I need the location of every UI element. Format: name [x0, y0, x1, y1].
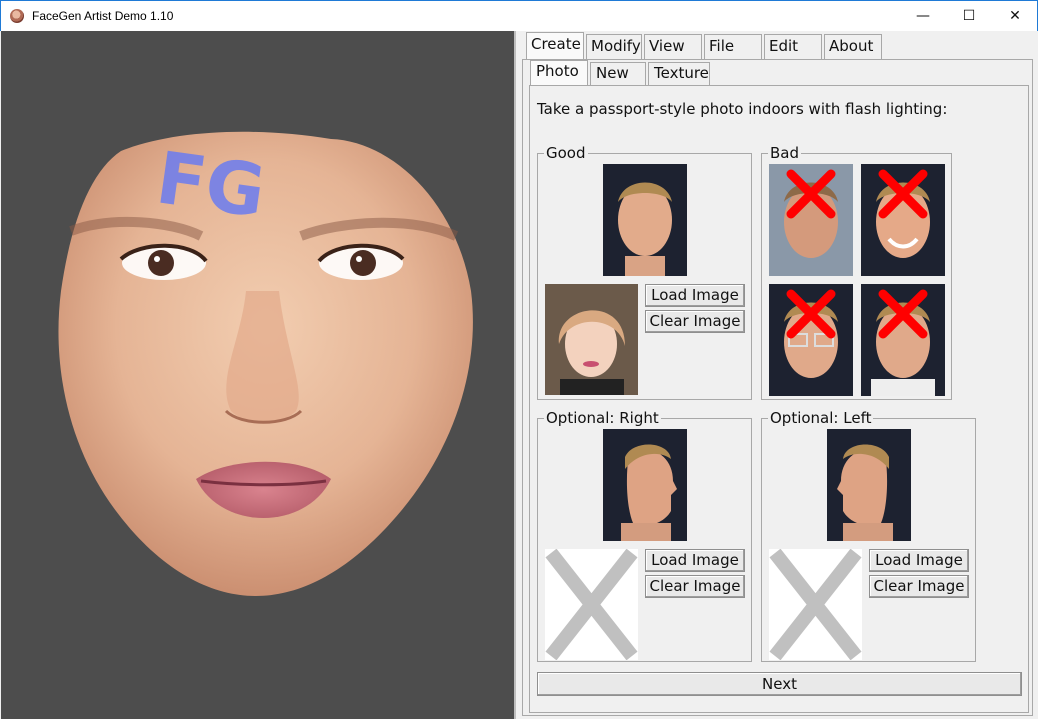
good-label: Good: [544, 144, 588, 162]
right-panel: Create Modify View File Edit About Photo…: [519, 31, 1038, 719]
bad-example-3: [769, 284, 853, 396]
tab-texture[interactable]: Texture: [648, 62, 710, 85]
good-example-photo: [603, 164, 687, 276]
bad-label: Bad: [768, 144, 802, 162]
tab-photo[interactable]: Photo: [530, 60, 588, 85]
sub-tabs: Photo New Texture: [530, 60, 712, 85]
tab-modify[interactable]: Modify: [586, 34, 642, 59]
tab-edit[interactable]: Edit: [764, 34, 822, 59]
bad-example-4: [861, 284, 945, 396]
left-profile-example: [827, 429, 911, 541]
tab-file[interactable]: File: [704, 34, 762, 59]
main-tabs: Create Modify View File Edit About: [526, 32, 884, 59]
right-clear-image-button[interactable]: Clear Image: [645, 575, 745, 598]
left-image-placeholder: [769, 548, 862, 661]
left-clear-image-button[interactable]: Clear Image: [869, 575, 969, 598]
right-image-placeholder: [545, 548, 638, 661]
good-clear-image-button[interactable]: Clear Image: [645, 310, 745, 333]
app-icon: [10, 9, 24, 23]
bad-example-1: [769, 164, 853, 276]
forehead-fg-text: FG: [151, 135, 270, 233]
tab-new[interactable]: New: [590, 62, 646, 85]
tab-view[interactable]: View: [644, 34, 702, 59]
title-bar: FaceGen Artist Demo 1.10 — ☐ ✕: [0, 0, 1038, 31]
maximize-button[interactable]: ☐: [946, 1, 992, 31]
right-profile-example: [603, 429, 687, 541]
optional-left-label: Optional: Left: [768, 409, 874, 427]
tab-create[interactable]: Create: [526, 32, 584, 59]
optional-right-label: Optional: Right: [544, 409, 661, 427]
loaded-front-photo: [545, 284, 638, 395]
bad-example-2: [861, 164, 945, 276]
window-title: FaceGen Artist Demo 1.10: [32, 9, 174, 23]
close-button[interactable]: ✕: [992, 1, 1038, 31]
minimize-button[interactable]: —: [900, 1, 946, 31]
left-load-image-button[interactable]: Load Image: [869, 549, 969, 572]
good-load-image-button[interactable]: Load Image: [645, 284, 745, 307]
face-3d-viewport[interactable]: FG: [1, 31, 516, 719]
tab-about[interactable]: About: [824, 34, 882, 59]
right-load-image-button[interactable]: Load Image: [645, 549, 745, 572]
next-button[interactable]: Next: [537, 672, 1022, 696]
instructions-text: Take a passport-style photo indoors with…: [537, 100, 948, 118]
